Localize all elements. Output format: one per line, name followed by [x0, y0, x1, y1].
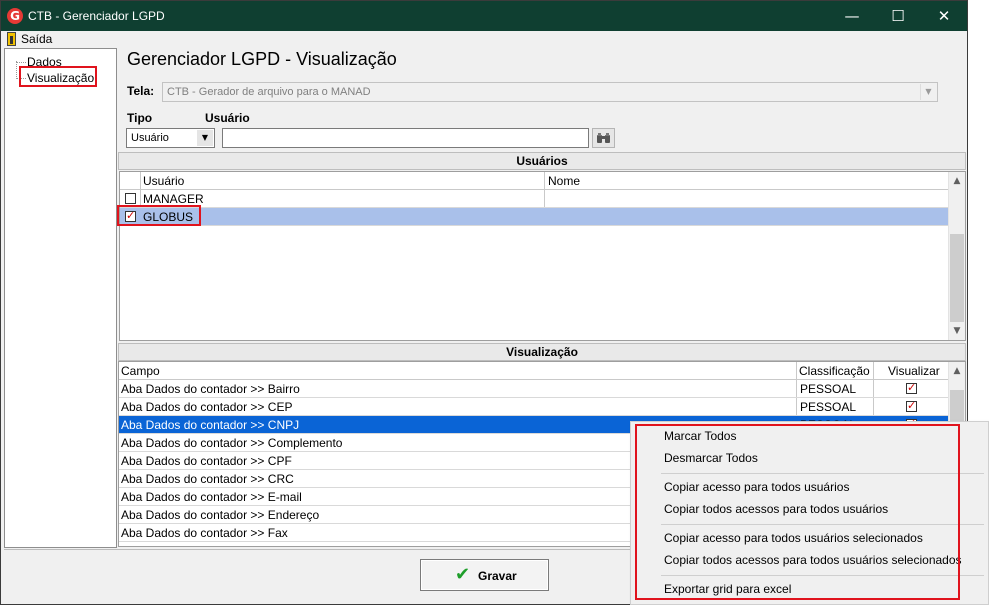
app-logo-icon: G	[7, 8, 23, 24]
usuarios-panel-title: Usuários	[118, 152, 966, 170]
tipo-label: Tipo	[127, 111, 153, 125]
checkmark-icon: ✔	[455, 564, 471, 585]
usuarios-scrollbar[interactable]: ▲ ▼	[948, 172, 965, 340]
scroll-up-icon[interactable]: ▲	[949, 173, 965, 189]
save-button[interactable]: ✔ Gravar	[420, 559, 549, 591]
table-row[interactable]: MANAGER	[120, 190, 949, 208]
scroll-up-icon[interactable]: ▲	[949, 363, 965, 379]
usuario-label: Usuário	[205, 111, 250, 125]
campo-cell: Aba Dados do contador >> CEP	[121, 400, 293, 414]
usuarios-grid-header: Usuário Nome	[120, 172, 949, 190]
visualizacao-panel-title: Visualização	[118, 343, 966, 361]
campo-cell: Aba Dados do contador >> Bairro	[121, 382, 300, 396]
highlight-box	[117, 205, 201, 226]
table-row[interactable]: Aba Dados do contador >> Bairro PESSOAL	[119, 380, 949, 398]
window-title: CTB - Gerenciador LGPD	[28, 9, 165, 23]
tela-label: Tela:	[127, 84, 155, 98]
save-button-label: Gravar	[478, 569, 517, 583]
column-header-visualizar[interactable]: Visualizar	[888, 364, 940, 378]
column-header-campo[interactable]: Campo	[121, 364, 160, 378]
campo-cell: Aba Dados do contador >> E-mail	[121, 490, 302, 504]
column-header-classificacao[interactable]: Classificação	[799, 364, 870, 378]
title-bar: G CTB - Gerenciador LGPD — ☐ ✕	[1, 1, 967, 31]
chevron-down-icon[interactable]: ▼	[197, 130, 213, 146]
campo-cell: Aba Dados do contador >> Fax	[121, 526, 288, 540]
search-button[interactable]	[592, 128, 615, 148]
visualizar-checkbox[interactable]	[906, 381, 917, 394]
table-row[interactable]: Aba Dados do contador >> CEP PESSOAL	[119, 398, 949, 416]
row-checkbox[interactable]	[125, 193, 136, 204]
chevron-down-icon[interactable]: ▼	[920, 84, 936, 100]
visualizacao-grid-header: Campo Classificação Visualizar	[119, 362, 949, 380]
highlight-box	[19, 66, 97, 87]
campo-cell: Aba Dados do contador >> CRC	[121, 472, 294, 486]
maximize-button[interactable]: ☐	[875, 1, 921, 31]
close-button[interactable]: ✕	[921, 1, 967, 31]
classificacao-cell: PESSOAL	[800, 400, 857, 414]
usuarios-grid: Usuário Nome MANAGER GLOBUS ▲ ▼	[119, 171, 966, 341]
scroll-down-icon[interactable]: ▼	[949, 323, 965, 339]
page-title: Gerenciador LGPD - Visualização	[127, 49, 397, 69]
tree-connector	[16, 62, 26, 63]
campo-cell: Aba Dados do contador >> Endereço	[121, 508, 320, 522]
nav-tree: Dados Visualização	[4, 48, 117, 548]
tela-select[interactable]: CTB - Gerador de arquivo para o MANAD ▼	[162, 82, 938, 102]
usuario-input[interactable]	[222, 128, 589, 148]
campo-cell: Aba Dados do contador >> Complemento	[121, 436, 343, 450]
campo-cell: Aba Dados do contador >> CNPJ	[121, 418, 300, 432]
usuario-cell: MANAGER	[143, 192, 204, 206]
menu-bar: Saída	[1, 31, 967, 47]
column-header-nome[interactable]: Nome	[548, 174, 580, 188]
visualizar-checkbox[interactable]	[906, 399, 917, 412]
column-header-usuario[interactable]: Usuário	[143, 174, 184, 188]
classificacao-cell: PESSOAL	[800, 382, 857, 396]
minimize-button[interactable]: —	[829, 1, 875, 31]
tela-select-value: CTB - Gerador de arquivo para o MANAD	[167, 86, 371, 98]
table-row-selected[interactable]: GLOBUS	[120, 208, 949, 226]
scrollbar-thumb[interactable]	[950, 234, 964, 322]
menu-exit[interactable]: Saída	[21, 32, 52, 46]
campo-cell: Aba Dados do contador >> CPF	[121, 454, 292, 468]
highlight-box	[635, 424, 960, 600]
tree-connector	[16, 61, 17, 79]
tipo-select-value: Usuário	[131, 132, 169, 144]
tipo-select[interactable]: Usuário ▼	[126, 128, 215, 148]
door-exit-icon	[7, 32, 16, 46]
binoculars-icon	[597, 133, 610, 143]
